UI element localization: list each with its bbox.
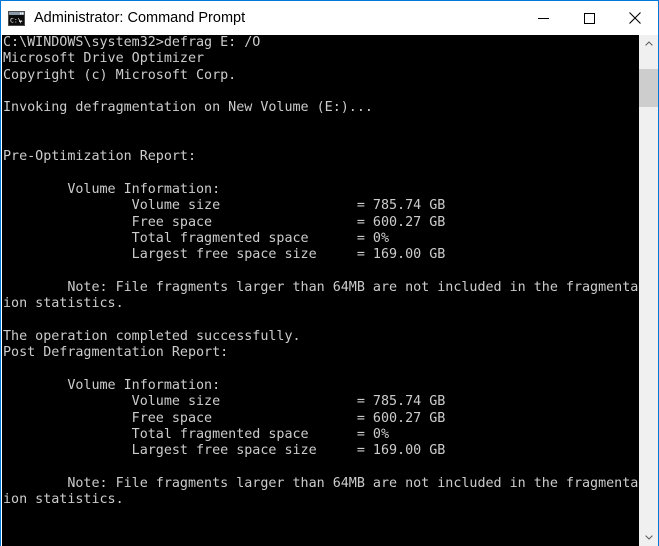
window-controls	[520, 1, 658, 35]
console-line: ion statistics.	[3, 296, 124, 312]
minimize-button[interactable]	[520, 1, 566, 35]
console-line: Volume size = 785.74 GB	[3, 394, 446, 410]
console-line: Volume Information:	[3, 181, 221, 197]
command-prompt-window: C:\ Administrator: Command Prompt C:\WIN…	[0, 0, 659, 546]
scroll-down-arrow-icon[interactable]	[639, 529, 658, 546]
scroll-up-arrow-icon[interactable]	[639, 35, 658, 52]
console-line: Post Defragmentation Report:	[3, 345, 229, 361]
console-text: C:\WINDOWS\system32>defrag E: /O Microsof…	[2, 35, 639, 546]
svg-text:C:\: C:\	[10, 16, 22, 24]
console-line: Invoking defragmentation on New Volume (…	[3, 100, 373, 116]
console-line: Volume Information:	[3, 377, 221, 393]
console-line: Total fragmented space = 0%	[3, 426, 390, 442]
console-line: Note: File fragments larger than 64MB ar…	[3, 475, 639, 491]
console-line: Copyright (c) Microsoft Corp.	[3, 67, 237, 83]
window-title: Administrator: Command Prompt	[34, 10, 246, 26]
console-line: Largest free space size = 169.00 GB	[3, 247, 446, 263]
console-line: Note: File fragments larger than 64MB ar…	[3, 279, 639, 295]
cmd-console-icon: C:\	[8, 10, 25, 26]
window-titlebar[interactable]: C:\ Administrator: Command Prompt	[1, 1, 658, 35]
console-scrollbar[interactable]	[639, 35, 658, 546]
console-line: ion statistics.	[3, 492, 124, 508]
console-line: Total fragmented space = 0%	[3, 230, 390, 246]
console-output-area[interactable]: C:\WINDOWS\system32>defrag E: /O Microsof…	[2, 35, 658, 546]
scrollbar-thumb[interactable]	[639, 69, 658, 107]
close-button[interactable]	[612, 1, 658, 35]
console-line: Microsoft Drive Optimizer	[3, 51, 205, 67]
console-line: C:\WINDOWS\system32>defrag E: /O	[3, 35, 261, 50]
scrollbar-track[interactable]	[639, 52, 658, 529]
console-line: Pre-Optimization Report:	[3, 149, 197, 165]
maximize-button[interactable]	[566, 1, 612, 35]
console-line: Volume size = 785.74 GB	[3, 198, 446, 214]
console-line: Largest free space size = 169.00 GB	[3, 443, 446, 459]
console-line: Free space = 600.27 GB	[3, 410, 446, 426]
console-line: The operation completed successfully.	[3, 328, 301, 344]
console-line: Free space = 600.27 GB	[3, 214, 446, 230]
